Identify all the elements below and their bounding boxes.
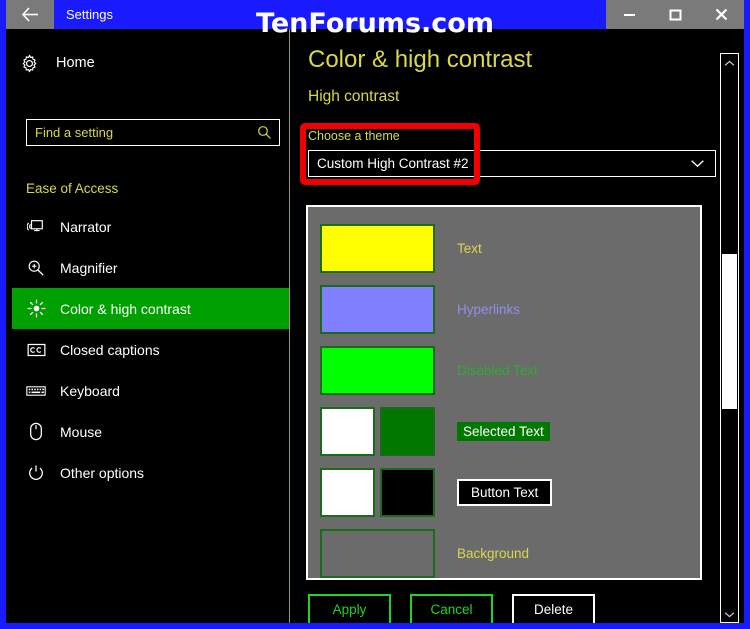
action-button-row: Apply Cancel Delete bbox=[308, 594, 595, 623]
preview-label-selected-text: Selected Text bbox=[457, 422, 550, 441]
window-border-bottom bbox=[0, 623, 750, 629]
swatch-hyperlinks-color[interactable] bbox=[320, 285, 435, 334]
main-content: Color & high contrast High contrast Choo… bbox=[290, 29, 744, 623]
section-heading-high-contrast: High contrast bbox=[308, 88, 400, 105]
mouse-icon bbox=[12, 422, 60, 441]
page-title: Color & high contrast bbox=[308, 46, 533, 73]
swatch-selected-text-background[interactable] bbox=[380, 407, 435, 456]
apply-button[interactable]: Apply bbox=[308, 594, 391, 623]
close-icon bbox=[715, 8, 728, 21]
sidebar-item-magnifier-label: Magnifier bbox=[60, 259, 118, 276]
preview-row-hyperlinks: Hyperlinks bbox=[320, 285, 520, 334]
chevron-up-icon bbox=[724, 54, 735, 72]
sidebar-item-color-high-contrast[interactable]: Color & high contrast bbox=[12, 288, 295, 329]
window-title: Settings bbox=[66, 7, 113, 22]
cancel-button[interactable]: Cancel bbox=[410, 594, 493, 623]
sidebar-item-other-options[interactable]: Other options bbox=[12, 452, 295, 493]
theme-dropdown-value: Custom High Contrast #2 bbox=[317, 156, 469, 171]
power-options-icon bbox=[12, 464, 60, 482]
sidebar-item-keyboard[interactable]: Keyboard bbox=[12, 370, 295, 411]
minimize-button[interactable] bbox=[606, 0, 652, 29]
sidebar-item-mouse-label: Mouse bbox=[60, 423, 103, 440]
choose-theme-label: Choose a theme bbox=[308, 129, 400, 143]
preview-row-text: Text bbox=[320, 224, 482, 273]
keyboard-icon bbox=[12, 384, 60, 398]
theme-dropdown[interactable]: Custom High Contrast #2 bbox=[308, 150, 716, 177]
search-input[interactable]: Find a setting bbox=[26, 119, 280, 146]
sidebar-item-color-high-contrast-label: Color & high contrast bbox=[60, 300, 191, 317]
chevron-down-icon bbox=[724, 605, 735, 623]
swatch-selected-text-foreground[interactable] bbox=[320, 407, 375, 456]
theme-preview-panel: Text Hyperlinks Disabled Text Selected T… bbox=[306, 205, 702, 580]
back-arrow-icon bbox=[21, 7, 39, 22]
settings-window: Settings TenForums.com Home Find a setti… bbox=[0, 0, 750, 629]
swatch-disabled-text-color[interactable] bbox=[320, 346, 435, 395]
sidebar-nav-list: Narrator Magnifier Color & high contrast… bbox=[12, 206, 295, 493]
close-button[interactable] bbox=[698, 0, 744, 29]
window-controls bbox=[606, 0, 744, 29]
back-button[interactable] bbox=[6, 0, 54, 29]
sidebar-item-keyboard-label: Keyboard bbox=[60, 382, 120, 399]
gear-icon bbox=[20, 54, 56, 73]
preview-label-button-text: Button Text bbox=[457, 479, 553, 506]
search-placeholder: Find a setting bbox=[35, 125, 114, 140]
preview-label-hyperlinks: Hyperlinks bbox=[457, 302, 521, 317]
magnifier-icon bbox=[12, 259, 60, 277]
search-icon bbox=[257, 125, 279, 140]
sidebar-item-narrator-label: Narrator bbox=[60, 218, 112, 235]
sidebar-item-narrator[interactable]: Narrator bbox=[12, 206, 295, 247]
preview-label-text: Text bbox=[457, 241, 482, 256]
sidebar: Home Find a setting Ease of Access Narra… bbox=[6, 29, 295, 623]
scrollbar-down-button[interactable] bbox=[721, 605, 738, 622]
content-scrollbar[interactable] bbox=[720, 53, 739, 623]
narrator-icon bbox=[12, 218, 60, 236]
swatch-button-text-background[interactable] bbox=[380, 468, 435, 517]
title-bar: Settings bbox=[6, 0, 744, 29]
sidebar-item-home[interactable]: Home bbox=[20, 46, 270, 80]
maximize-button[interactable] bbox=[652, 0, 698, 29]
scrollbar-up-button[interactable] bbox=[721, 54, 738, 71]
scrollbar-thumb[interactable] bbox=[722, 254, 737, 409]
chevron-down-icon bbox=[690, 159, 715, 168]
maximize-icon bbox=[669, 9, 682, 21]
brightness-icon bbox=[12, 299, 60, 318]
swatch-button-text-foreground[interactable] bbox=[320, 468, 375, 517]
sidebar-item-mouse[interactable]: Mouse bbox=[12, 411, 295, 452]
preview-row-button-text: Button Text bbox=[320, 468, 553, 517]
delete-button[interactable]: Delete bbox=[512, 594, 595, 623]
sidebar-item-other-options-label: Other options bbox=[60, 464, 145, 481]
preview-row-selected-text: Selected Text bbox=[320, 407, 550, 456]
preview-row-disabled-text: Disabled Text bbox=[320, 346, 538, 395]
sidebar-section-label: Ease of Access bbox=[26, 181, 119, 196]
minimize-icon bbox=[623, 9, 636, 20]
sidebar-item-magnifier[interactable]: Magnifier bbox=[12, 247, 295, 288]
window-border-right bbox=[744, 0, 750, 629]
swatch-text-color[interactable] bbox=[320, 224, 435, 273]
sidebar-item-closed-captions-label: Closed captions bbox=[60, 341, 160, 358]
preview-label-disabled-text: Disabled Text bbox=[457, 363, 538, 378]
sidebar-item-closed-captions[interactable]: Closed captions bbox=[12, 329, 295, 370]
sidebar-item-home-label: Home bbox=[56, 55, 95, 71]
preview-row-background: Background bbox=[320, 529, 529, 578]
swatch-background-color[interactable] bbox=[320, 529, 435, 578]
closed-captions-icon bbox=[12, 342, 60, 358]
preview-label-background: Background bbox=[457, 546, 530, 561]
